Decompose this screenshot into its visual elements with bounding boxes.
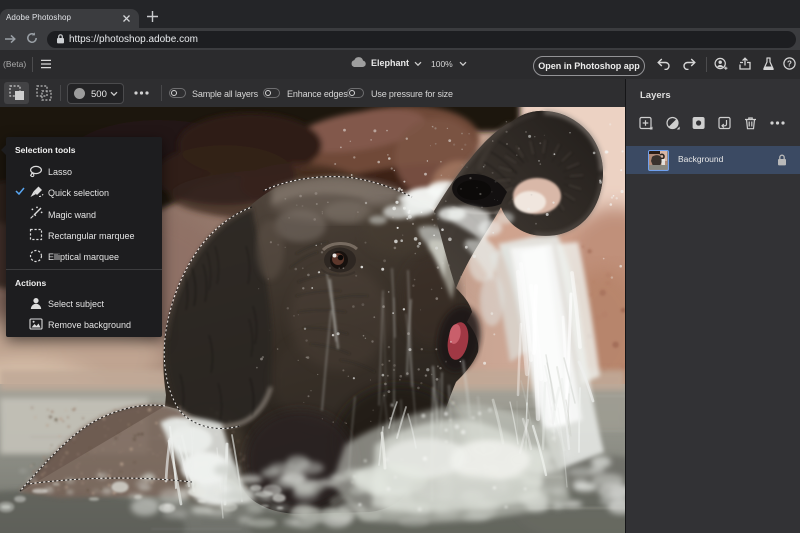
svg-text:?: ? xyxy=(787,59,792,68)
